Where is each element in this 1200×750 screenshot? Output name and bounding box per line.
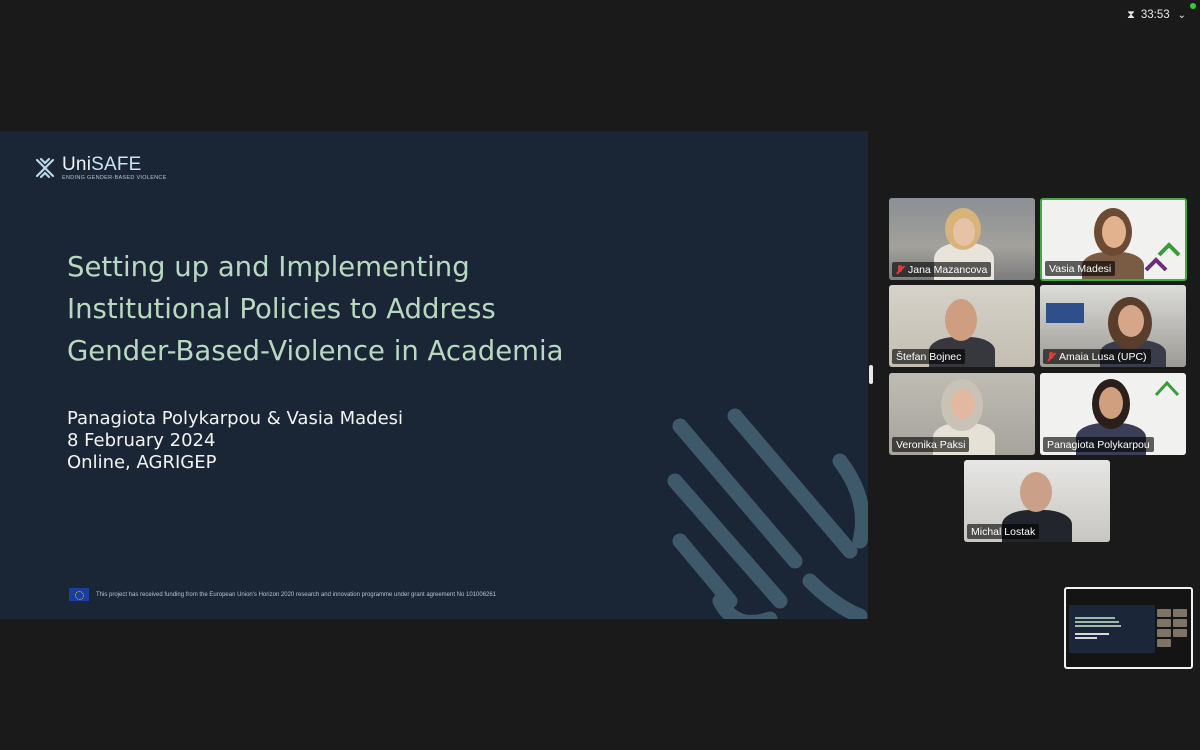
funding-text: This project has received funding from t… bbox=[96, 591, 497, 598]
shared-screen-slide: UniSAFE ENDING GENDER-BASED VIOLENCE Set… bbox=[0, 131, 868, 619]
slide-presenters: Panagiota Polykarpou & Vasia Madesi bbox=[67, 408, 404, 429]
unisafe-logo: UniSAFE ENDING GENDER-BASED VIOLENCE bbox=[34, 155, 167, 182]
participant-name: Amaia Lusa (UPC) bbox=[1059, 350, 1147, 363]
slide-title-line: Institutional Policies to Address bbox=[67, 293, 496, 325]
slide-date: 8 February 2024 bbox=[67, 430, 216, 451]
slide-details: Panagiota Polykarpou & Vasia Madesi 8 Fe… bbox=[67, 408, 403, 474]
participant-name: Jana Mazancova bbox=[908, 263, 988, 276]
participant-name-tag: Štefan Bojnec bbox=[892, 349, 966, 364]
timer-value: 33:53 bbox=[1140, 9, 1170, 21]
slide-title-line: Setting up and Implementing bbox=[67, 251, 470, 283]
participant-name: Michal Lostak bbox=[971, 525, 1036, 538]
unisafe-logo-mark bbox=[35, 158, 55, 179]
funding-notice: This project has received funding from t… bbox=[69, 588, 496, 601]
participant-name-tag: Jana Mazancova bbox=[892, 262, 992, 277]
participant-name-tag: Veronika Paksi bbox=[892, 437, 970, 452]
logo-tagline: ENDING GENDER-BASED VIOLENCE bbox=[62, 175, 167, 181]
chevron-down-icon[interactable]: ⌄ bbox=[1178, 10, 1186, 21]
participant-name-tag: Michal Lostak bbox=[967, 524, 1040, 539]
slide-title: Setting up and Implementing Institutiona… bbox=[67, 246, 627, 372]
logo-name-prefix: Uni bbox=[62, 154, 92, 175]
hourglass-icon: ⧗ bbox=[1127, 8, 1135, 21]
participant-name-tag: Vasia Madesi bbox=[1045, 261, 1116, 276]
participant-name: Vasia Madesi bbox=[1049, 262, 1112, 275]
slide-venue: Online, AGRIGEP bbox=[67, 452, 217, 473]
participant-name: Štefan Bojnec bbox=[896, 350, 962, 363]
meeting-timer[interactable]: ⧗ 33:53 ⌄ bbox=[1127, 6, 1186, 24]
participant-name: Panagiota Polykarpou bbox=[1047, 438, 1150, 451]
split-view-resize-handle[interactable] bbox=[869, 365, 873, 384]
participant-name: Veronika Paksi bbox=[896, 438, 966, 451]
participant-tile[interactable]: Štefan Bojnec bbox=[889, 285, 1035, 367]
eu-flag-icon bbox=[69, 588, 89, 601]
participant-name-tag: Amaia Lusa (UPC) bbox=[1043, 349, 1151, 364]
connection-status-dot bbox=[1190, 3, 1196, 9]
hand-graphic bbox=[667, 408, 868, 619]
participant-tile[interactable]: Panagiota Polykarpou bbox=[1040, 373, 1186, 455]
participant-tile[interactable]: Amaia Lusa (UPC) bbox=[1040, 285, 1186, 367]
slide-title-line: Gender-Based-Violence in Academia bbox=[67, 335, 564, 367]
participant-tile[interactable]: Jana Mazancova bbox=[889, 198, 1035, 280]
self-view-thumbnail[interactable] bbox=[1064, 587, 1193, 669]
mic-off-icon bbox=[896, 264, 905, 275]
self-view-participant-preview bbox=[1157, 609, 1187, 647]
self-view-slide-preview bbox=[1069, 605, 1155, 653]
agrigep-pattern bbox=[1144, 242, 1181, 272]
participant-tile-active-speaker[interactable]: Vasia Madesi bbox=[1040, 198, 1187, 281]
participant-tile[interactable]: Veronika Paksi bbox=[889, 373, 1035, 455]
logo-name-suffix: SAFE bbox=[91, 154, 142, 175]
mic-off-icon bbox=[1047, 351, 1056, 362]
agrigep-logo bbox=[1154, 380, 1180, 397]
participant-tile[interactable]: Michal Lostak bbox=[964, 460, 1110, 542]
participant-name-tag: Panagiota Polykarpou bbox=[1043, 437, 1154, 452]
